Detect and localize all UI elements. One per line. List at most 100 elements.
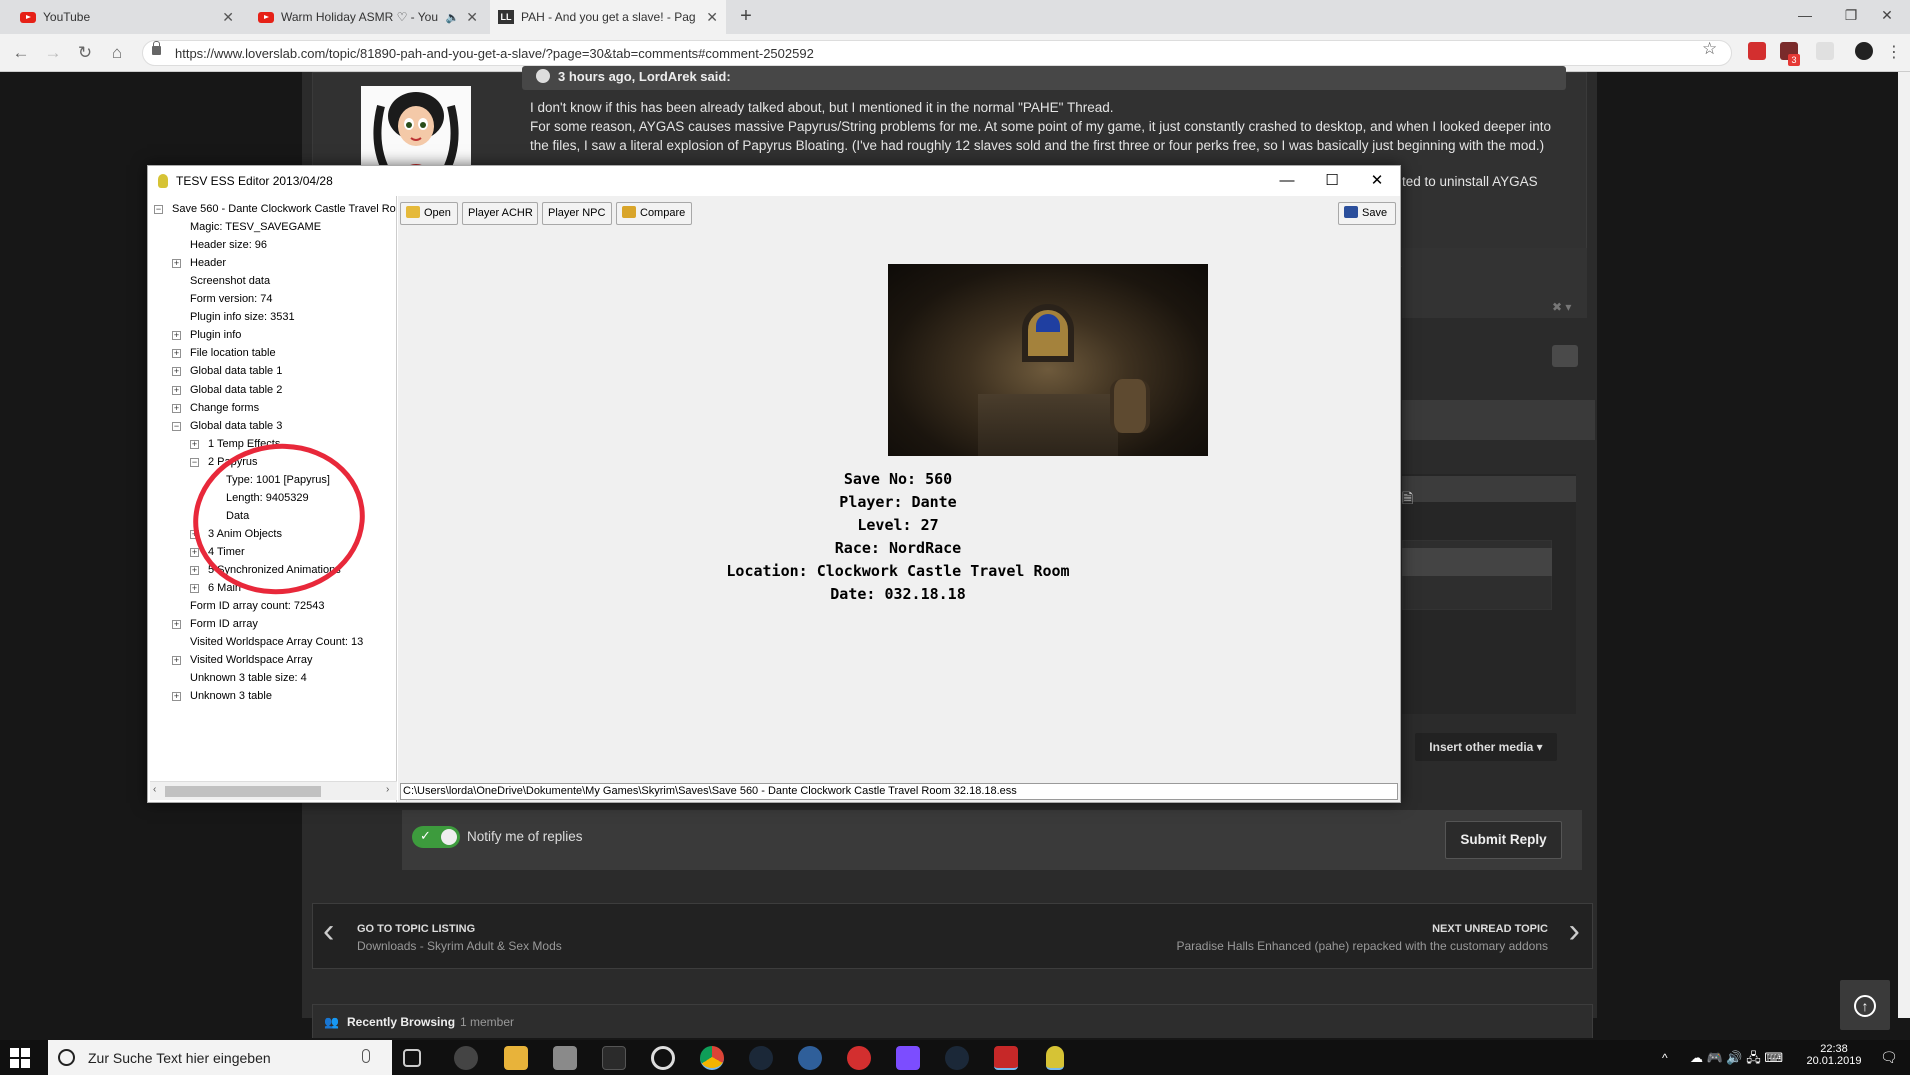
tree-node[interactable]: Header bbox=[190, 257, 226, 270]
new-tab-button[interactable]: + bbox=[733, 6, 759, 28]
expand-icon[interactable]: + bbox=[172, 656, 181, 665]
window-titlebar[interactable]: TESV ESS Editor 2013/04/28 — ☐ ✕ bbox=[148, 166, 1400, 196]
menu-icon[interactable]: ⋮ bbox=[1886, 42, 1902, 62]
reload-icon[interactable]: ↻ bbox=[72, 40, 98, 66]
tree-node[interactable]: 2 Papyrus bbox=[208, 456, 258, 469]
scroll-left-icon[interactable]: ‹ bbox=[153, 784, 156, 795]
tree-node[interactable]: 3 Anim Objects bbox=[208, 528, 282, 541]
chrome-icon[interactable] bbox=[700, 1046, 724, 1070]
extension-icon[interactable] bbox=[1816, 42, 1834, 60]
collapse-icon[interactable]: − bbox=[172, 422, 181, 431]
tray-chevron-icon[interactable]: ^ bbox=[1662, 1051, 1668, 1065]
tree-node[interactable]: 1 Temp Effects bbox=[208, 438, 280, 451]
submit-reply-button[interactable]: Submit Reply bbox=[1445, 821, 1562, 859]
tree-node[interactable]: Data bbox=[226, 510, 249, 523]
scroll-thumb[interactable] bbox=[165, 786, 321, 797]
like-icon[interactable] bbox=[1552, 345, 1578, 367]
tree-node[interactable]: Global data table 3 bbox=[190, 420, 282, 433]
tree-node[interactable]: Type: 1001 [Papyrus] bbox=[226, 474, 330, 487]
collapse-icon[interactable]: − bbox=[190, 458, 199, 467]
tree-node[interactable]: 4 Timer bbox=[208, 546, 245, 559]
clock[interactable]: 22:38 20.01.2019 bbox=[1804, 1043, 1864, 1067]
back-to-top-button[interactable]: ↑ bbox=[1840, 980, 1890, 1030]
save-button[interactable]: Save bbox=[1338, 202, 1396, 225]
tab-loverslab[interactable]: LL PAH - And you get a slave! - Pag ✕ bbox=[490, 0, 726, 34]
tree-node[interactable]: 6 Main bbox=[208, 582, 241, 595]
steam-icon[interactable] bbox=[945, 1046, 969, 1070]
app-icon[interactable] bbox=[454, 1046, 478, 1070]
app-icon[interactable] bbox=[602, 1046, 626, 1070]
expand-icon[interactable]: + bbox=[172, 620, 181, 629]
tree-node[interactable]: Magic: TESV_SAVEGAME bbox=[190, 221, 321, 234]
tree-node[interactable]: Form version: 74 bbox=[190, 293, 273, 306]
expand-icon[interactable]: + bbox=[190, 548, 199, 557]
expand-icon[interactable]: + bbox=[172, 349, 181, 358]
expand-icon[interactable]: + bbox=[172, 331, 181, 340]
insert-media-button[interactable]: Insert other media ▾ bbox=[1415, 733, 1557, 761]
tree-node[interactable]: Unknown 3 table size: 4 bbox=[190, 672, 307, 685]
expand-icon[interactable]: + bbox=[172, 692, 181, 701]
tree-hscrollbar[interactable]: ‹ › bbox=[150, 781, 397, 800]
tree-node[interactable]: Change forms bbox=[190, 402, 259, 415]
forward-arrow-icon[interactable]: → bbox=[40, 40, 66, 66]
tree-node[interactable]: Plugin info size: 3531 bbox=[190, 311, 295, 324]
minimize-button[interactable]: — bbox=[1264, 166, 1310, 196]
close-window-button[interactable]: ✕ bbox=[1864, 0, 1910, 30]
app-icon[interactable] bbox=[994, 1046, 1018, 1070]
expand-icon[interactable]: + bbox=[190, 440, 199, 449]
tesv-editor-taskbar-icon[interactable] bbox=[1046, 1046, 1064, 1070]
app-icon[interactable] bbox=[553, 1046, 577, 1070]
tray-icons[interactable]: ☁ 🎮 🔊 🖧 ⌨ bbox=[1690, 1049, 1783, 1071]
chevron-right-icon[interactable]: › bbox=[1569, 912, 1580, 951]
next-topic-link[interactable]: NEXT UNREAD TOPIC Paradise Halls Enhance… bbox=[1176, 923, 1548, 953]
tree-node[interactable]: Length: 9405329 bbox=[226, 492, 309, 505]
tree-node[interactable]: Form ID array count: 72543 bbox=[190, 600, 325, 613]
tree-node[interactable]: Form ID array bbox=[190, 618, 258, 631]
windows-start-icon[interactable] bbox=[10, 1048, 30, 1068]
tree-node[interactable]: 5 Synchronized Animations bbox=[208, 564, 341, 577]
source-doc-icon[interactable]: 🗎 bbox=[1402, 488, 1413, 512]
tree-node[interactable]: Plugin info bbox=[190, 329, 241, 342]
app-icon[interactable] bbox=[798, 1046, 822, 1070]
url-field[interactable]: https://www.loverslab.com/topic/81890-pa… bbox=[142, 40, 1732, 66]
tree-node[interactable]: Global data table 1 bbox=[190, 365, 282, 378]
app-icon[interactable] bbox=[847, 1046, 871, 1070]
close-tab-icon[interactable]: ✕ bbox=[222, 9, 234, 26]
open-button[interactable]: Open bbox=[400, 202, 458, 225]
file-explorer-icon[interactable] bbox=[504, 1046, 528, 1070]
task-view-icon[interactable] bbox=[403, 1049, 421, 1067]
close-tab-icon[interactable]: ✕ bbox=[466, 9, 478, 26]
collapse-icon[interactable]: − bbox=[154, 205, 163, 214]
close-button[interactable]: ✕ bbox=[1354, 166, 1400, 196]
app-icon[interactable] bbox=[651, 1046, 675, 1070]
file-path-field[interactable]: C:\Users\lorda\OneDrive\Dokumente\My Gam… bbox=[400, 783, 1398, 800]
tree-node[interactable]: Unknown 3 table bbox=[190, 690, 272, 703]
app-icon[interactable] bbox=[896, 1046, 920, 1070]
tree-node[interactable]: Visited Worldspace Array bbox=[190, 654, 312, 667]
prev-topic-link[interactable]: GO TO TOPIC LISTING Downloads - Skyrim A… bbox=[357, 923, 562, 953]
microphone-icon[interactable] bbox=[362, 1049, 370, 1063]
chevron-left-icon[interactable]: ‹ bbox=[323, 912, 334, 951]
expand-icon[interactable]: + bbox=[190, 584, 199, 593]
quote-header[interactable]: 3 hours ago, LordArek said: bbox=[522, 66, 1566, 90]
expand-icon[interactable]: + bbox=[172, 259, 181, 268]
tree-node[interactable]: Save 560 - Dante Clockwork Castle Travel… bbox=[172, 203, 396, 216]
expand-icon[interactable]: + bbox=[172, 404, 181, 413]
tree-node[interactable]: Visited Worldspace Array Count: 13 bbox=[190, 636, 363, 649]
notify-toggle[interactable] bbox=[412, 826, 460, 848]
expand-icon[interactable]: + bbox=[172, 367, 181, 376]
tree-node[interactable]: Header size: 96 bbox=[190, 239, 267, 252]
expand-icon[interactable]: + bbox=[190, 566, 199, 575]
page-scrollbar[interactable] bbox=[1898, 72, 1910, 1018]
player-npc-button[interactable]: Player NPC bbox=[542, 202, 612, 225]
compare-button[interactable]: Compare bbox=[616, 202, 692, 225]
expand-icon[interactable]: + bbox=[190, 530, 199, 539]
tree-node[interactable]: Global data table 2 bbox=[190, 384, 282, 397]
expand-icon[interactable]: + bbox=[172, 386, 181, 395]
back-arrow-icon[interactable]: ← bbox=[8, 40, 34, 66]
pocket-extension-icon[interactable] bbox=[1748, 42, 1766, 60]
audio-icon[interactable]: 🔈 bbox=[446, 11, 460, 24]
tab-asmr[interactable]: Warm Holiday ASMR ♡ - You 🔈 ✕ bbox=[250, 0, 486, 34]
profile-avatar[interactable] bbox=[1855, 42, 1873, 60]
notifications-icon[interactable]: 🗨 bbox=[1880, 1049, 1898, 1066]
